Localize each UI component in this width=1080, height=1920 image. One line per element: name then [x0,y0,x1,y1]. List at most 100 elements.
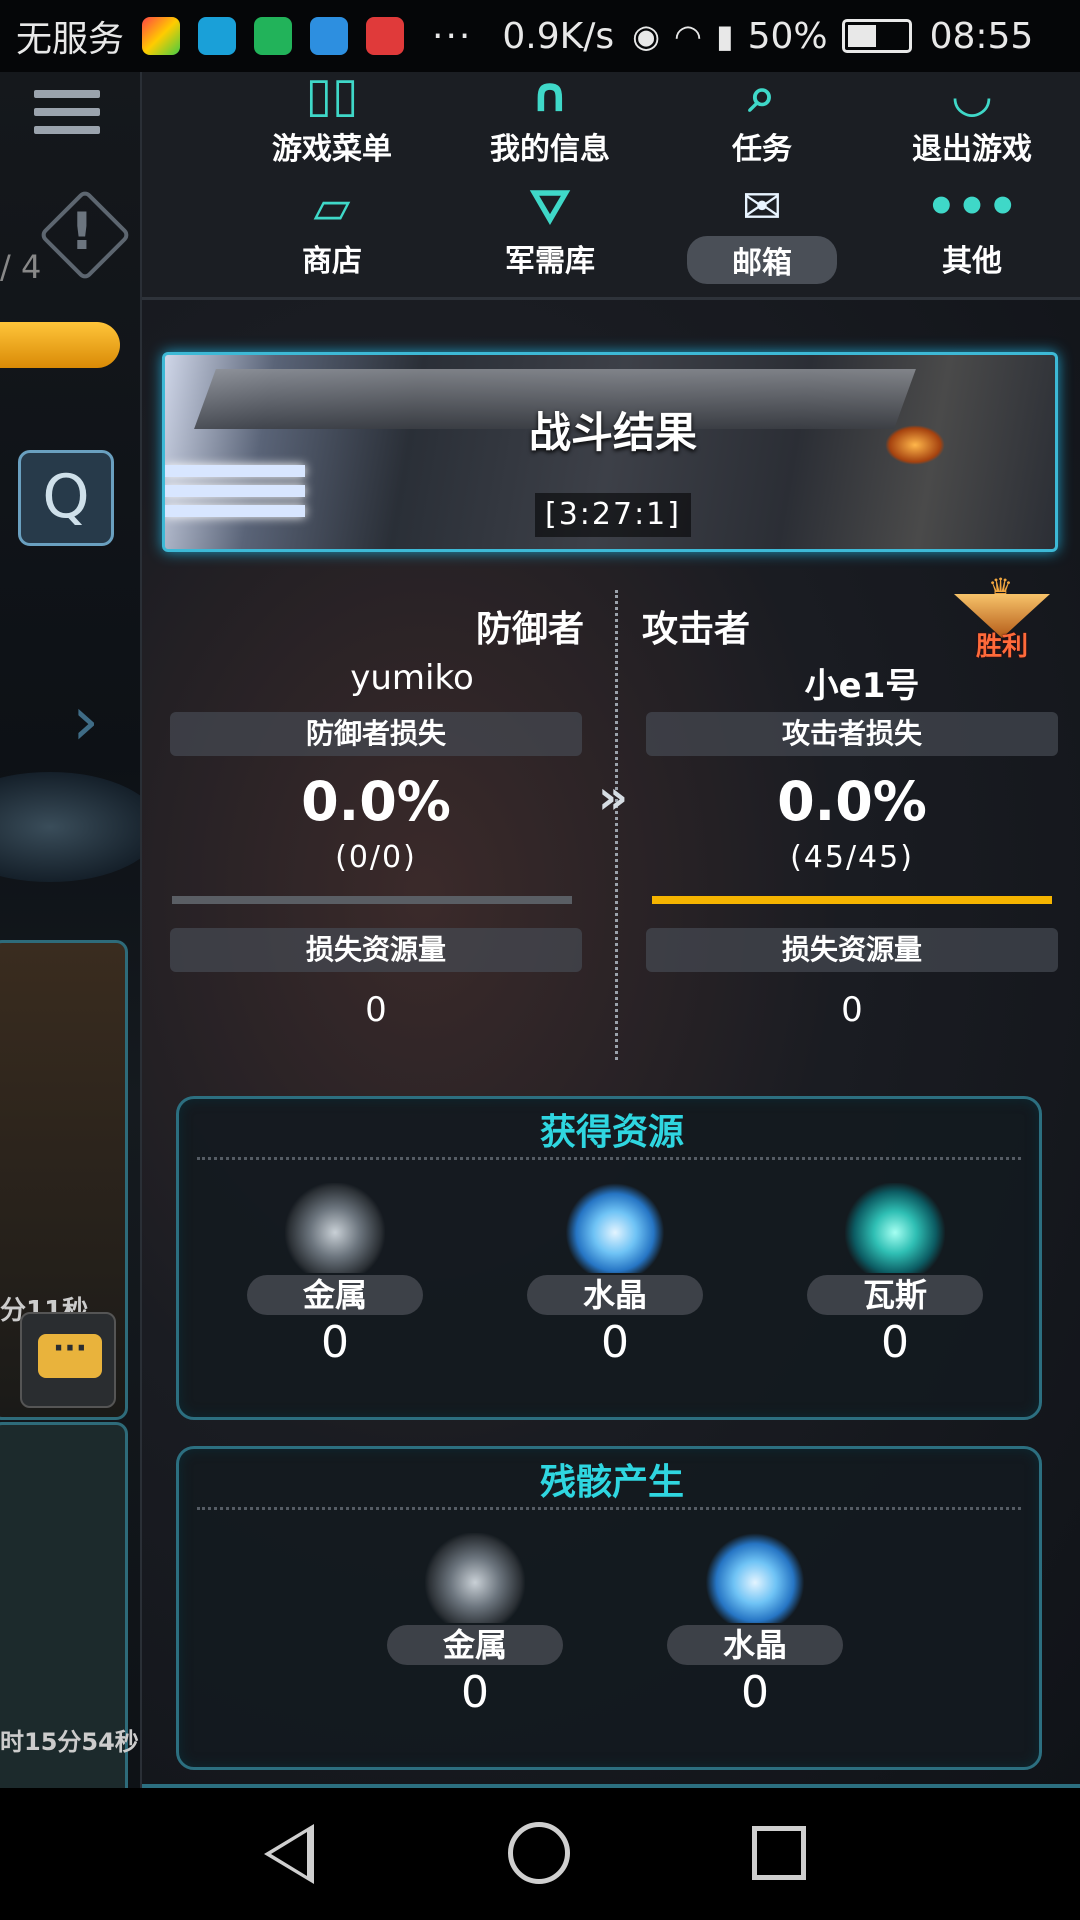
battle-report: 战斗结果 [3:27:1] 防御者 yumiko 防御者损失 0.0% (0/0… [142,300,1080,1788]
menu-item-supply[interactable]: ⛛ 军需库 [450,178,650,280]
defender-loss-label: 防御者损失 [170,712,582,756]
menu-item-game-menu[interactable]: ▯▯ 游戏菜单 [232,66,432,168]
resource-value: 0 [321,1317,349,1368]
exit-icon: ◡ [953,67,991,123]
resource-value: 0 [741,1667,769,1718]
menu-item-quest[interactable]: ⌕ 任务 [662,66,862,168]
attacker-loss-bar [652,896,1052,904]
mail-report-panel: ▯▯ 游戏菜单 ∩ 我的信息 ⌕ 任务 ◡ 退出游戏 ▱ 商店 ⛛ 军需库 ✉ … [140,67,1080,1788]
hamburger-menu-icon[interactable] [34,90,100,144]
defender-loss-percent: 0.0% [301,770,451,833]
resource-crystal: 水晶 0 [525,1183,705,1368]
shop-card-icon: ▱ [313,179,351,235]
menu-item-shop[interactable]: ▱ 商店 [232,178,432,280]
chat-bubble-icon: ··· [38,1334,102,1378]
laser-beam [165,485,305,497]
resource-value: 0 [601,1317,629,1368]
quick-search-button[interactable]: Q [18,450,114,546]
resource-label: 金属 [247,1275,423,1315]
timer-notification-icon [198,17,237,55]
attacker-loss-ratio: (45/45) [790,840,914,875]
progress-bar [0,322,120,368]
health-notification-icon [310,17,349,55]
clock: 08:55 [929,15,1034,57]
defender-loss-bar [172,896,572,904]
battery-percent: 50% [747,15,828,57]
laser-beam [165,505,305,517]
attacker-resource-value: 0 [841,990,863,1030]
profile-icon: ∩ [530,67,570,123]
sim-icon: ▮ [715,17,734,55]
menu-item-label: 游戏菜单 [272,132,392,167]
victory-badge: ♛ 胜利 [954,572,1050,668]
back-icon-inner [271,1832,307,1876]
defender-heading: 防御者 [476,609,585,650]
network-speed: 0.9K/s [502,15,615,57]
menu-item-profile[interactable]: ∩ 我的信息 [450,66,650,168]
defender-name: yumiko [350,658,474,698]
home-icon[interactable] [508,1822,570,1884]
menu-item-label: 商店 [302,244,362,279]
attacker-heading: 攻击者 [642,609,751,650]
menu-item-label: 军需库 [505,244,595,279]
carrier-label: 无服务 [16,19,125,60]
debris-crystal: 水晶 0 [665,1533,845,1718]
defender-resource-value: 0 [365,990,387,1030]
attacker-loss-percent: 0.0% [777,770,927,833]
menu-item-mail[interactable]: ✉ 邮箱 [662,178,862,284]
expand-arrow-icon[interactable]: › [72,682,99,761]
warning-icon[interactable]: ! [70,202,94,262]
more-notifications-icon: ··· [432,15,473,57]
resource-label: 金属 [387,1625,563,1665]
resource-label: 水晶 [667,1625,843,1665]
planet-image [0,772,140,882]
crystal-icon [565,1183,665,1273]
recent-apps-icon[interactable] [752,1826,806,1880]
shield-notification-icon [254,17,293,55]
resource-metal: 金属 0 [245,1183,425,1368]
battle-coordinates: [3:27:1] [535,493,691,537]
gas-icon [845,1183,945,1273]
debris-title: 残骸产生 [539,1462,684,1503]
resource-label: 瓦斯 [807,1275,983,1315]
resource-label: 水晶 [527,1275,703,1315]
status-bar: 无服务 ··· 0.9K/s ◉ ◠ ▮ 50% 08:55 [0,0,1080,72]
side-timer-2: 时15分54秒 [0,1728,139,1756]
battle-result-title: 战斗结果 [528,408,697,457]
more-icon: ••• [925,179,1019,235]
defender-resource-label: 损失资源量 [170,928,582,972]
laser-beam [165,465,305,477]
attacker-loss-label: 攻击者损失 [646,712,1058,756]
menu-item-label: 其他 [942,244,1002,279]
fleet-count: / 4 [0,248,42,286]
menu-item-label: 邮箱 [687,236,837,284]
battery-icon [841,19,912,53]
menu-item-exit[interactable]: ◡ 退出游戏 [872,66,1072,168]
chat-button[interactable]: ··· [20,1312,116,1408]
metal-icon [425,1533,525,1623]
missed-call-icon [366,17,405,55]
divider-line [197,1157,1021,1160]
metal-icon [285,1183,385,1273]
app-notification-icon [142,17,181,55]
system-nav-bar [0,1788,1080,1920]
divider-line [197,1507,1021,1510]
resource-value: 0 [881,1317,909,1368]
mail-icon: ✉ [741,179,783,235]
game-menu-icon: ▯▯ [305,67,359,123]
attacker-name: 小e1号 [804,666,920,706]
defender-loss-ratio: (0/0) [335,840,417,875]
game-side-strip: ! / 4 Q › 分11秒 ··· 时15分54秒 [0,72,140,1788]
victory-label: 胜利 [976,632,1029,662]
menu-item-label: 退出游戏 [912,132,1032,167]
resource-gas: 瓦斯 0 [805,1183,985,1368]
crystal-icon [705,1533,805,1623]
menu-item-label: 任务 [732,132,792,167]
double-chevron-icon: ›› [598,770,628,824]
eye-icon: ◉ [632,17,661,55]
wifi-icon: ◠ [674,17,702,55]
gained-resources-title: 获得资源 [539,1112,684,1153]
quest-icon: ⌕ [748,67,776,123]
menu-item-other[interactable]: ••• 其他 [872,178,1072,280]
side-divider [615,590,618,1060]
